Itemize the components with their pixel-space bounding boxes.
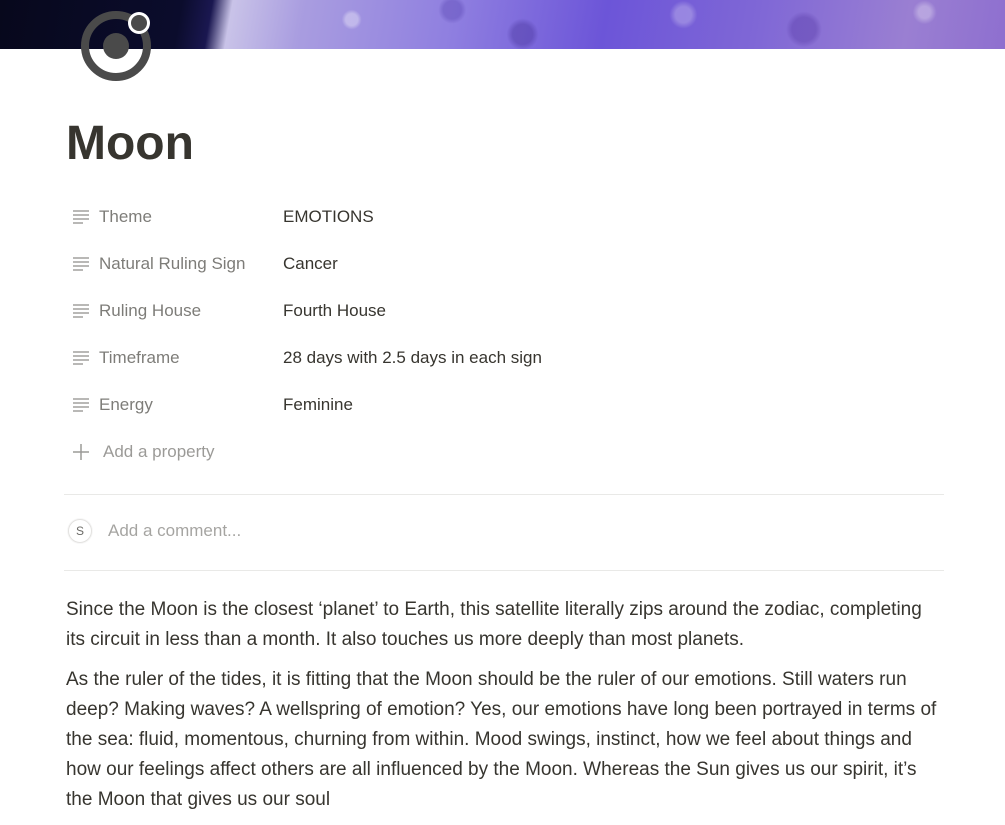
- property-row-timeframe: Timeframe 28 days with 2.5 days in each …: [64, 334, 944, 381]
- property-key[interactable]: Timeframe: [64, 341, 283, 375]
- property-value[interactable]: EMOTIONS: [283, 207, 374, 227]
- add-property-label: Add a property: [103, 441, 215, 461]
- property-value[interactable]: Feminine: [283, 395, 353, 415]
- page-body: Since the Moon is the closest ‘planet’ t…: [66, 595, 946, 825]
- properties-list: Theme EMOTIONS Natural Ruling Sign Cance…: [64, 193, 944, 475]
- property-key-label: Theme: [99, 206, 152, 226]
- paragraph[interactable]: As the ruler of the tides, it is fitting…: [66, 665, 946, 815]
- property-row-theme: Theme EMOTIONS: [64, 193, 944, 240]
- ionic-logo-icon[interactable]: [78, 8, 154, 84]
- plus-icon: [70, 441, 92, 463]
- property-key[interactable]: Ruling House: [64, 294, 283, 328]
- property-key[interactable]: Natural Ruling Sign: [64, 247, 283, 281]
- paragraph[interactable]: Since the Moon is the closest ‘planet’ t…: [66, 595, 946, 655]
- text-lines-icon: [70, 253, 92, 275]
- property-key-label: Timeframe: [99, 347, 180, 367]
- property-key-label: Natural Ruling Sign: [99, 253, 246, 273]
- property-value[interactable]: Cancer: [283, 254, 338, 274]
- page-title[interactable]: Moon: [66, 114, 194, 174]
- text-lines-icon: [70, 394, 92, 416]
- text-lines-icon: [70, 206, 92, 228]
- property-key[interactable]: Theme: [64, 200, 283, 234]
- property-key[interactable]: Energy: [64, 388, 283, 422]
- property-row-ruling-house: Ruling House Fourth House: [64, 287, 944, 334]
- property-row-energy: Energy Feminine: [64, 381, 944, 428]
- text-lines-icon: [70, 347, 92, 369]
- property-value[interactable]: 28 days with 2.5 days in each sign: [283, 348, 542, 368]
- divider: [64, 570, 944, 571]
- avatar: S: [68, 519, 92, 543]
- comment-bar: S Add a comment...: [68, 519, 241, 543]
- comment-input[interactable]: Add a comment...: [108, 521, 241, 541]
- property-key-label: Ruling House: [99, 300, 202, 320]
- add-property-button[interactable]: Add a property: [64, 428, 944, 475]
- property-value[interactable]: Fourth House: [283, 301, 386, 321]
- divider: [64, 494, 944, 495]
- property-row-natural-ruling-sign: Natural Ruling Sign Cancer: [64, 240, 944, 287]
- text-lines-icon: [70, 300, 92, 322]
- property-key-label: Energy: [99, 394, 153, 414]
